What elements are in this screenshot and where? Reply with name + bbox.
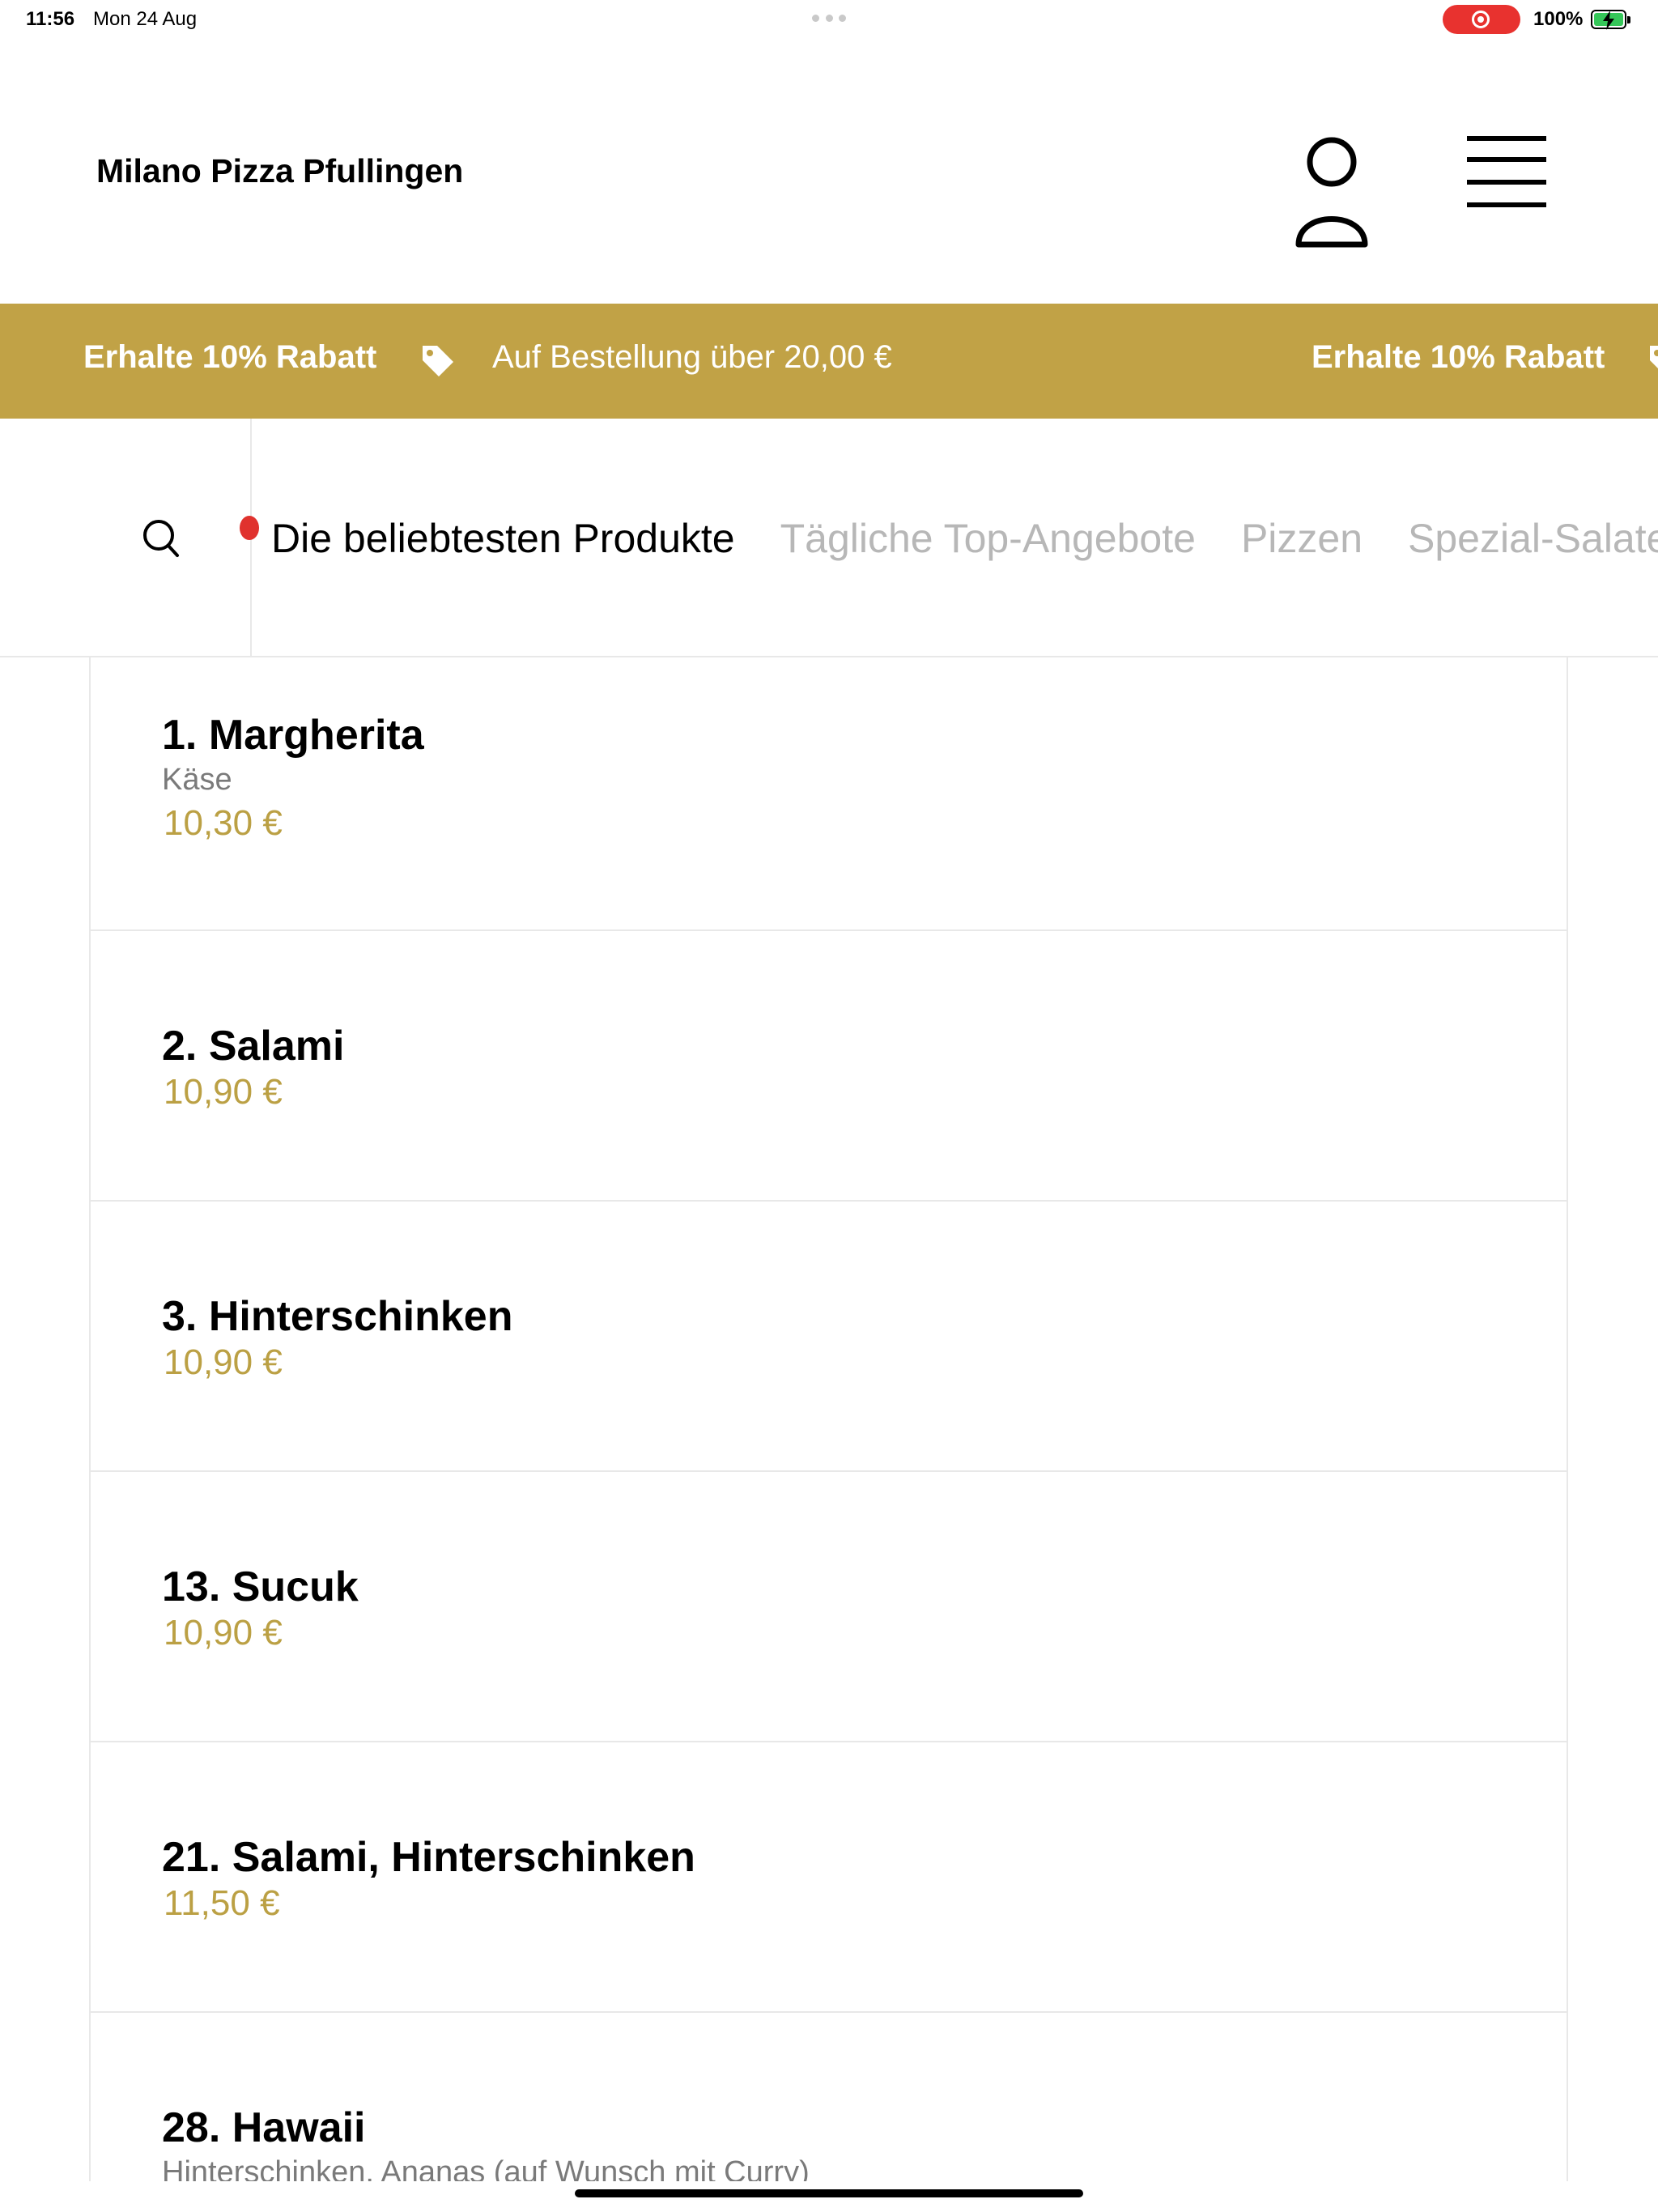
status-bar: 11:56 Mon 24 Aug 100% xyxy=(0,0,1658,39)
price-tag-icon xyxy=(1650,346,1658,368)
restaurant-name: Milano Pizza Pfullingen xyxy=(96,152,464,189)
tab-popular-products[interactable]: Die beliebtesten Produkte xyxy=(271,515,735,562)
product-name: 28. Hawaii xyxy=(162,2104,366,2151)
product-card[interactable]: 28. Hawaii Hinterschinken, Ananas (auf W… xyxy=(91,2013,1567,2181)
product-name: 3. Hinterschinken xyxy=(162,1293,513,1340)
product-card[interactable]: 21. Salami, Hinterschinken 11,50 € xyxy=(91,1742,1567,2013)
product-card[interactable]: 2. Salami 10,90 € xyxy=(91,931,1567,1202)
app-header: Milano Pizza Pfullingen xyxy=(0,39,1658,304)
battery-percent: 100% xyxy=(1533,8,1584,30)
tab-pizzas[interactable]: Pizzen xyxy=(1241,515,1363,562)
home-indicator[interactable] xyxy=(575,2189,1083,2197)
product-description: Käse xyxy=(162,763,232,797)
product-price: 10,30 € xyxy=(164,803,283,843)
promo-condition: Auf Bestellung über 20,00 € xyxy=(492,339,892,375)
promo-discount: Erhalte 10% Rabatt xyxy=(83,339,377,375)
search-button[interactable] xyxy=(0,419,252,656)
product-name: 2. Salami xyxy=(162,1023,345,1070)
category-tabs: Die beliebtesten Produkte Tägliche Top-A… xyxy=(252,419,1658,656)
product-card[interactable]: 3. Hinterschinken 10,90 € xyxy=(91,1202,1567,1472)
product-price: 11,50 € xyxy=(164,1883,280,1923)
product-price: 10,90 € xyxy=(164,1072,283,1112)
product-price: 10,90 € xyxy=(164,1613,283,1653)
hamburger-menu-icon[interactable] xyxy=(1465,134,1548,209)
search-icon xyxy=(143,520,179,557)
screen-recording-indicator[interactable] xyxy=(1443,5,1520,34)
category-nav: Die beliebtesten Produkte Tägliche Top-A… xyxy=(0,419,1658,657)
battery-charging-icon xyxy=(1591,10,1630,30)
product-list: 1. Margherita Käse 10,30 € 2. Salami 10,… xyxy=(89,657,1568,2181)
user-icon[interactable] xyxy=(1294,123,1370,256)
multitasking-dots-icon[interactable] xyxy=(812,15,846,23)
product-card[interactable]: 13. Sucuk 10,90 € xyxy=(91,1472,1567,1742)
tab-daily-top-offers[interactable]: Tägliche Top-Angebote xyxy=(780,515,1196,562)
promo-banner[interactable]: Erhalte 10% Rabatt Auf Bestellung über 2… xyxy=(0,304,1658,419)
product-card[interactable]: 1. Margherita Käse 10,30 € xyxy=(91,657,1567,931)
price-tag-icon xyxy=(423,346,453,376)
promo-discount-repeat: Erhalte 10% Rabatt xyxy=(1312,339,1605,375)
status-date: Mon 24 Aug xyxy=(93,8,198,30)
product-name: 13. Sucuk xyxy=(162,1563,359,1610)
tab-special-salads[interactable]: Spezial-Salate xyxy=(1408,515,1658,562)
product-description: Hinterschinken, Ananas (auf Wunsch mit C… xyxy=(162,2155,810,2181)
product-price: 10,90 € xyxy=(164,1342,283,1382)
product-name: 21. Salami, Hinterschinken xyxy=(162,1834,695,1881)
record-icon xyxy=(1472,11,1490,28)
product-name: 1. Margherita xyxy=(162,712,424,759)
status-time: 11:56 xyxy=(26,8,75,30)
